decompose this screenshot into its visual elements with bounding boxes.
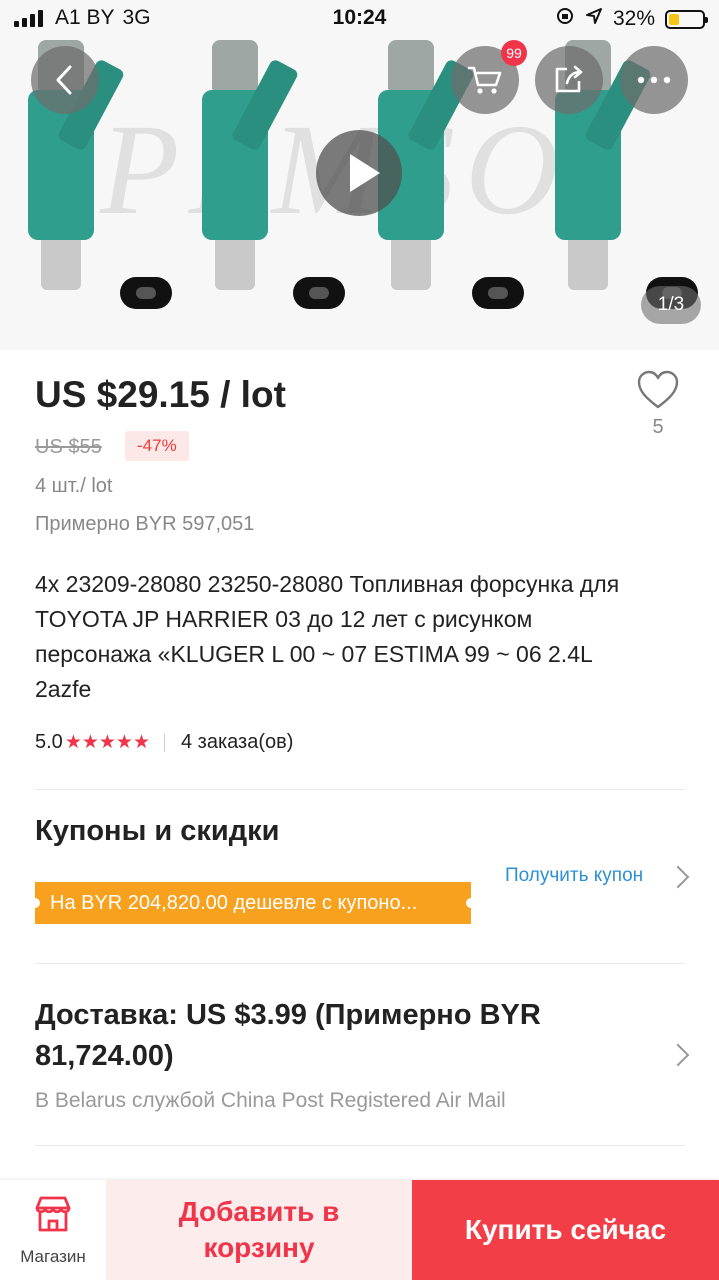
- divider: [163, 733, 165, 752]
- rating-stars-icon: ★★★★★: [64, 732, 150, 753]
- store-icon: [35, 1196, 71, 1232]
- product-price: US $29.15 / lot: [35, 374, 286, 415]
- cart-badge: 99: [501, 40, 527, 66]
- location-icon: [585, 7, 603, 31]
- chevron-right-icon[interactable]: [666, 865, 690, 889]
- approx-local-price: Примерно BYR 597,051: [35, 513, 255, 535]
- oring-image: [472, 277, 524, 309]
- wishlist-heart-icon[interactable]: [636, 370, 680, 414]
- bottom-action-bar: Магазин Добавить в корзину Купить сейчас: [0, 1180, 719, 1280]
- discount-badge: -47%: [125, 431, 189, 461]
- wishlist-count: 5: [652, 416, 664, 438]
- status-bar: A1 BY 3G 10:24 32%: [0, 0, 719, 38]
- divider: [35, 789, 685, 790]
- store-button[interactable]: Магазин: [0, 1180, 106, 1280]
- injector-image: [202, 40, 300, 290]
- shipping-title[interactable]: Доставка: US $3.99 (Примерно BYR 81,724.…: [35, 995, 635, 1077]
- rating-row[interactable]: 5.0 ★★★★★ 4 заказа(ов): [35, 731, 293, 754]
- battery-icon: [665, 9, 708, 29]
- lot-unit: 4 шт./ lot: [35, 475, 113, 497]
- share-button[interactable]: [535, 46, 603, 114]
- get-coupon-link[interactable]: Получить купон: [505, 865, 643, 887]
- more-options-button[interactable]: [620, 46, 688, 114]
- orders-count: 4 заказа(ов): [180, 731, 294, 753]
- rating-score: 5.0: [35, 731, 63, 753]
- shipping-method: В Belarus службой China Post Registered …: [35, 1089, 506, 1112]
- product-image-gallery[interactable]: PLMSO 1/3: [0, 0, 719, 350]
- chevron-right-icon[interactable]: [666, 1043, 690, 1067]
- play-video-button[interactable]: [316, 130, 402, 216]
- original-price: US $55: [35, 436, 102, 458]
- share-icon: [555, 65, 583, 93]
- oring-image: [293, 277, 345, 309]
- add-to-cart-button[interactable]: Добавить в корзину: [106, 1180, 412, 1280]
- cart-button[interactable]: 99: [451, 40, 527, 114]
- store-label: Магазин: [20, 1247, 86, 1266]
- back-button[interactable]: [31, 46, 99, 114]
- coupons-section-title: Купоны и скидки: [35, 815, 280, 847]
- cart-icon: [467, 66, 502, 94]
- more-dots-icon: [637, 76, 671, 84]
- image-counter: 1/3: [641, 286, 701, 324]
- divider: [35, 963, 685, 964]
- rotation-lock-icon: [555, 6, 575, 32]
- battery-percent: 32%: [612, 7, 655, 30]
- buy-now-button[interactable]: Купить сейчас: [412, 1180, 719, 1280]
- oring-image: [120, 277, 172, 309]
- coupon-banner[interactable]: На BYR 204,820.00 дешевле с купоно...: [35, 882, 471, 924]
- chevron-left-icon: [56, 65, 72, 95]
- product-title: 4x 23209-28080 23250-28080 Топливная фор…: [35, 571, 620, 702]
- divider: [35, 1145, 685, 1146]
